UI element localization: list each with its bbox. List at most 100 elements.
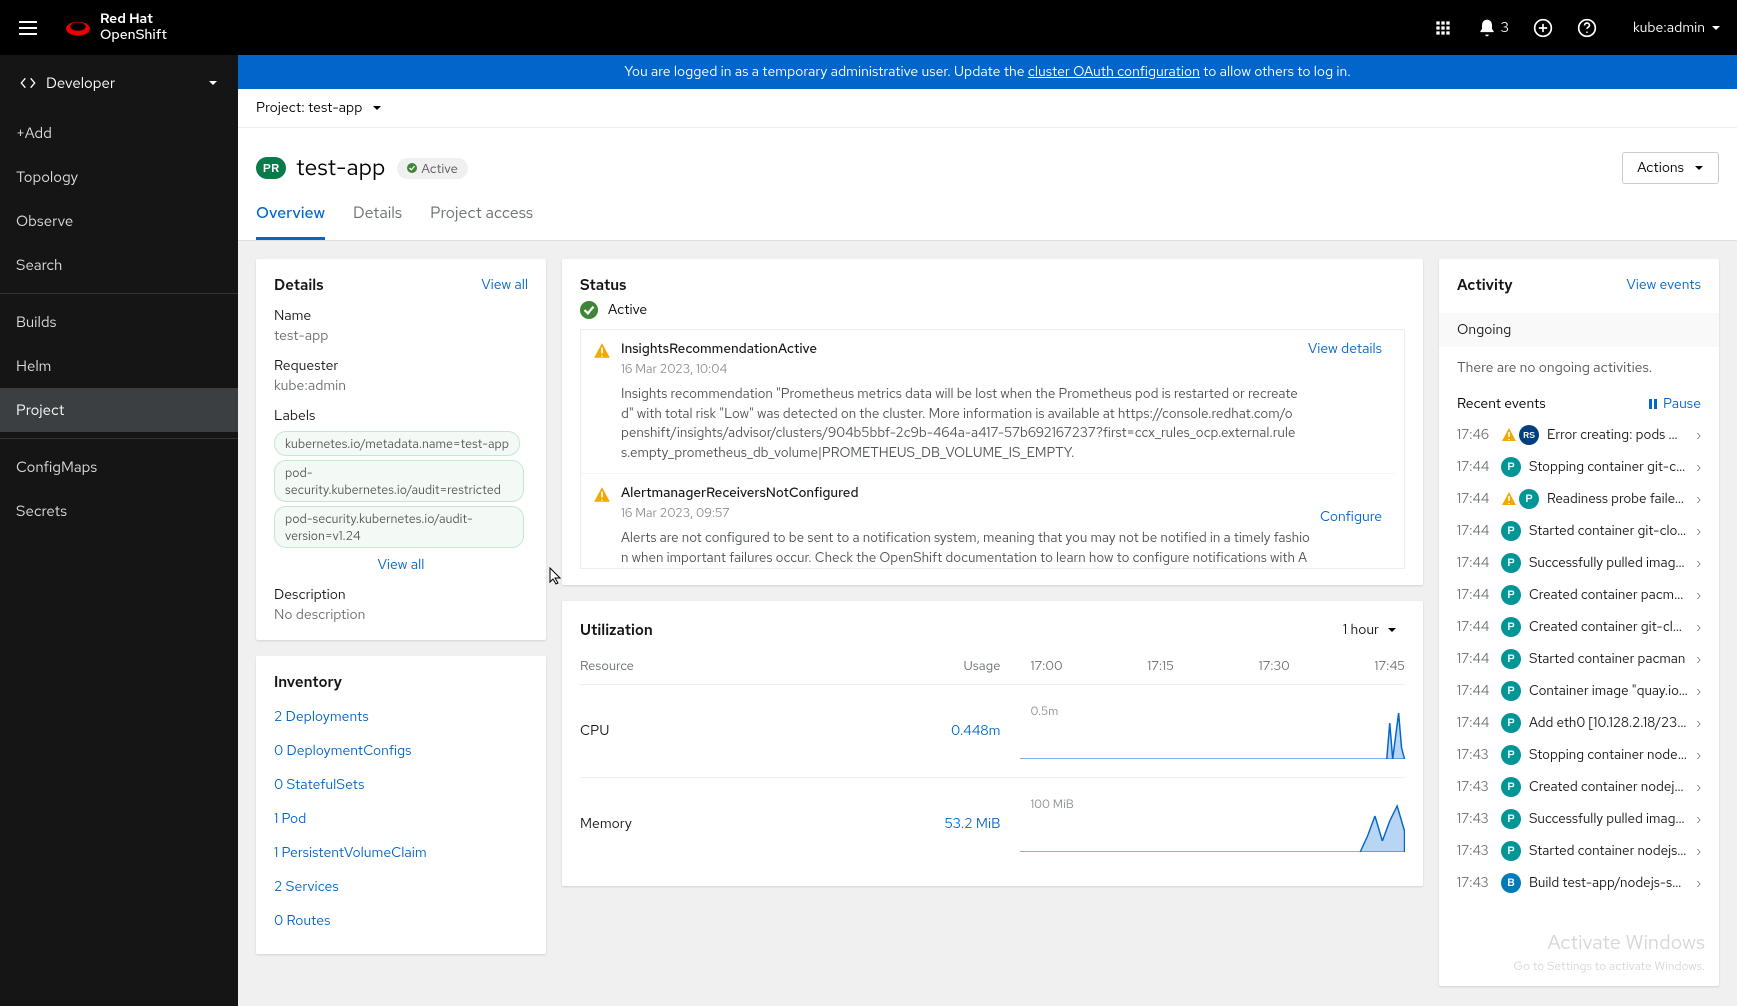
view-events-link[interactable]: View events [1626,276,1701,294]
center-column: Status Active InsightsRecommendationActi… [562,259,1423,986]
left-column: Details View all Name test-app Requester… [256,259,546,986]
event-row[interactable]: 17:44PSuccessfully pulled imag…› [1439,547,1719,579]
sidebar-item-helm[interactable]: Helm [0,344,238,388]
actions-button[interactable]: Actions [1622,152,1719,184]
inventory-item[interactable]: 0 DeploymentConfigs [274,734,528,768]
project-badge: PR [256,157,286,179]
chevron-down-icon [208,78,218,88]
util-usage-value[interactable]: 0.448m [900,722,1020,740]
event-time: 17:44 [1457,618,1493,636]
time-range-select[interactable]: 1 hour [1335,617,1405,643]
alert-description: Alerts are not configured to be sent to … [621,529,1310,569]
help-icon[interactable] [1577,18,1597,38]
event-row[interactable]: 17:44PStarted container pacman› [1439,643,1719,675]
activity-heading: Activity [1457,275,1513,295]
event-row[interactable]: 17:44PStopping container git-cl…› [1439,451,1719,483]
util-time: 17:30 [1259,657,1290,674]
resource-badge: RS [1519,425,1539,445]
event-row[interactable]: 17:44PCreated container pacman› [1439,579,1719,611]
pause-button[interactable]: Pause [1647,395,1701,413]
tab-details[interactable]: Details [353,192,402,240]
sidebar-item-topology[interactable]: Topology [0,155,238,199]
event-time: 17:43 [1457,842,1493,860]
resource-badge: P [1501,809,1521,829]
notifications-button[interactable]: 3 [1477,18,1509,38]
perspective-switcher[interactable]: Developer [0,55,238,111]
banner-link[interactable]: cluster OAuth configuration [1028,63,1200,81]
details-labels-key: Labels [274,407,528,425]
alert-action-link[interactable]: View details [1308,340,1382,358]
project-selector[interactable]: Project: test-app [238,89,1737,128]
sidebar-divider [0,438,238,439]
utilization-card: Utilization 1 hour Resource Usage 17:00 … [562,601,1423,886]
event-time: 17:44 [1457,490,1493,508]
activity-card: Activity View events Ongoing There are n… [1439,259,1719,986]
inventory-item[interactable]: 0 StatefulSets [274,768,528,802]
inventory-item[interactable]: 2 Deployments [274,700,528,734]
sidebar-item-builds[interactable]: Builds [0,300,238,344]
util-chart-memory: 100 MiB [1020,796,1405,852]
actions-label: Actions [1637,159,1684,177]
top-header: Red Hat OpenShift 3 kube:admin [0,0,1737,55]
alerts-scroll[interactable]: InsightsRecommendationActive 16 Mar 2023… [581,330,1404,569]
util-time: 17:15 [1147,657,1174,674]
hamburger-icon[interactable] [16,16,40,40]
event-row[interactable]: 17:43BBuild test-app/nodejs-sa…› [1439,867,1719,899]
chevron-right-icon: › [1696,779,1701,795]
event-icons: P [1501,585,1521,605]
util-usage-value[interactable]: 53.2 MiB [900,815,1020,833]
sidebar-nav: +Add Topology Observe Search Builds Helm… [0,111,238,533]
label-pill[interactable]: pod-security.kubernetes.io/audit=restric… [274,460,524,502]
code-icon [20,75,36,91]
inventory-item[interactable]: 1 PersistentVolumeClaim [274,836,528,870]
resource-badge: P [1501,553,1521,573]
plus-circle-icon[interactable] [1533,18,1553,38]
notif-count: 3 [1501,19,1509,37]
resource-badge: B [1501,873,1521,893]
chevron-right-icon: › [1696,843,1701,859]
event-row[interactable]: 17:43PSuccessfully pulled imag…› [1439,803,1719,835]
event-row[interactable]: 17:43PCreated container nodejs…› [1439,771,1719,803]
details-labels: kubernetes.io/metadata.name=test-app pod… [274,427,528,574]
events-list[interactable]: 17:46RSError creating: pods …›17:44PStop… [1439,419,1719,970]
sidebar-item-project[interactable]: Project [0,388,238,432]
sidebar-item-configmaps[interactable]: ConfigMaps [0,445,238,489]
event-text: Started container pacman [1529,650,1688,668]
user-menu[interactable]: kube:admin [1633,19,1721,37]
inventory-item[interactable]: 0 Routes [274,904,528,938]
event-row[interactable]: 17:46RSError creating: pods …› [1439,419,1719,451]
label-pill[interactable]: kubernetes.io/metadata.name=test-app [274,431,520,456]
inventory-card: Inventory 2 Deployments 0 DeploymentConf… [256,656,546,954]
logo[interactable]: Red Hat OpenShift [64,12,167,43]
warning-icon [593,342,611,360]
sidebar-item-observe[interactable]: Observe [0,199,238,243]
tabs: Overview Details Project access [238,192,1737,241]
alert-action-link[interactable]: Configure [1320,508,1382,526]
event-text: Stopping container nodej… [1529,746,1688,764]
apps-icon[interactable] [1433,18,1453,38]
tab-overview[interactable]: Overview [256,192,325,240]
event-time: 17:44 [1457,554,1493,572]
details-viewall-link[interactable]: View all [481,276,528,294]
event-row[interactable]: 17:44PReadiness probe faile…› [1439,483,1719,515]
chevron-right-icon: › [1696,491,1701,507]
sidebar-item-add[interactable]: +Add [0,111,238,155]
util-time: 17:45 [1374,657,1405,674]
event-row[interactable]: 17:43PStarted container nodejs…› [1439,835,1719,867]
event-row[interactable]: 17:43PStopping container nodej…› [1439,739,1719,771]
sidebar-item-secrets[interactable]: Secrets [0,489,238,533]
event-row[interactable]: 17:44PCreated container git-clo…› [1439,611,1719,643]
event-row[interactable]: 17:44PAdd eth0 [10.128.2.18/23]…› [1439,707,1719,739]
labels-viewall-link[interactable]: View all [274,556,528,574]
util-row-cpu: CPU 0.448m 0.5m [580,685,1405,778]
inventory-item[interactable]: 2 Services [274,870,528,904]
event-icons: RS [1501,425,1539,445]
sidebar-item-search[interactable]: Search [0,243,238,287]
event-row[interactable]: 17:44PStarted container git-clo…› [1439,515,1719,547]
event-text: Created container git-clo… [1529,618,1688,636]
label-pill[interactable]: pod-security.kubernetes.io/audit-version… [274,506,524,548]
tab-project-access[interactable]: Project access [430,192,533,240]
event-row[interactable]: 17:44PContainer image "quay.io…› [1439,675,1719,707]
inventory-item[interactable]: 1 Pod [274,802,528,836]
inventory-heading: Inventory [274,672,528,692]
